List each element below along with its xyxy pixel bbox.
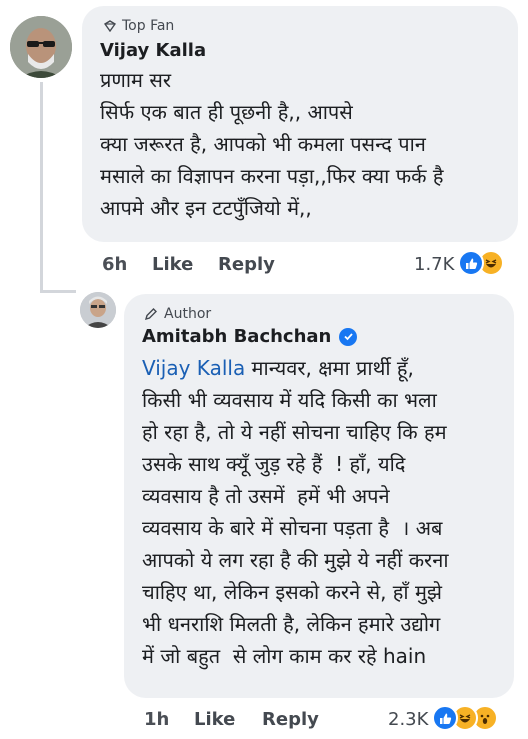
comment-text: प्रणाम सर सिर्फ एक बात ही पूछनी है,, आपस… <box>100 64 443 224</box>
reply-line-rest: मान्यवर, क्षमा प्रार्थी हूँ, <box>245 356 414 380</box>
comment-line: मसाले का विज्ञापन करना पड़ा,,फिर क्या फर… <box>100 164 444 188</box>
author-name[interactable]: Vijay Kalla <box>100 40 206 61</box>
comment-line: क्या जरूरत है, आपको भी कमला पसन्द पान <box>100 132 426 156</box>
badge-label: Author <box>164 306 212 322</box>
reply-line: में जो बहुत से लोग काम कर रहे hain <box>142 644 427 668</box>
like-button[interactable]: Like <box>194 709 235 730</box>
verified-badge-icon <box>339 327 358 346</box>
reply-line: व्यवसाय के बारे में सोचना पड़ता है । अब <box>142 516 443 540</box>
reply-line: व्यवसाय है तो उसमें हमें भी अपने <box>142 484 390 508</box>
reply-line: किसी भी व्यवसाय में यदि किसी का भला <box>142 388 437 412</box>
comment-line: आपमे और इन टटपुँजियो में,, <box>100 196 312 220</box>
comment-timestamp[interactable]: 6h <box>102 254 127 275</box>
like-reaction-icon <box>458 250 484 276</box>
reply-line: उसके साथ क्यूँ जुड़ रहे हैं ! हाँ, यदि <box>142 452 406 476</box>
author-name[interactable]: Amitabh Bachchan <box>142 326 331 347</box>
reply-line: Vijay Kalla मान्यवर, क्षमा प्रार्थी हूँ, <box>142 352 449 384</box>
reply-author[interactable]: Amitabh Bachchan <box>142 326 358 347</box>
pencil-icon <box>144 308 157 321</box>
thread-line-branch <box>40 290 76 293</box>
avatar[interactable] <box>80 292 116 328</box>
top-fan-badge: Top Fan <box>104 18 174 34</box>
reply-line: आपको ये लग रहा है की मुझे ये नहीं करना <box>142 548 449 572</box>
reply-button[interactable]: Reply <box>262 709 319 730</box>
comment-line: प्रणाम सर <box>100 68 172 92</box>
mention-link[interactable]: Vijay Kalla <box>142 356 245 380</box>
author-badge: Author <box>144 306 211 322</box>
reaction-count[interactable]: 2.3K <box>388 709 428 730</box>
comment-author[interactable]: Vijay Kalla <box>100 40 206 61</box>
reactions-summary[interactable] <box>458 250 504 276</box>
reaction-count[interactable]: 1.7K <box>414 254 454 275</box>
reply-button[interactable]: Reply <box>218 254 275 275</box>
top-fan-icon <box>104 20 116 32</box>
like-reaction-icon <box>432 705 458 731</box>
like-button[interactable]: Like <box>152 254 193 275</box>
thread-line <box>40 82 43 290</box>
avatar[interactable] <box>10 16 72 78</box>
reply-timestamp[interactable]: 1h <box>144 709 169 730</box>
reply-line: चाहिए था, लेकिन इसको करने से, हाँ मुझे <box>142 580 443 604</box>
badge-label: Top Fan <box>122 18 175 34</box>
reply-text: Vijay Kalla मान्यवर, क्षमा प्रार्थी हूँ,… <box>142 352 449 672</box>
reactions-summary[interactable] <box>432 705 498 731</box>
comment-line: सिर्फ एक बात ही पूछनी है,, आपसे <box>100 100 353 124</box>
reply-line: भी धनराशि मिलती है, लेकिन हमारे उद्योग <box>142 612 441 636</box>
reply-line: हो रहा है, तो ये नहीं सोचना चाहिए कि हम <box>142 420 447 444</box>
